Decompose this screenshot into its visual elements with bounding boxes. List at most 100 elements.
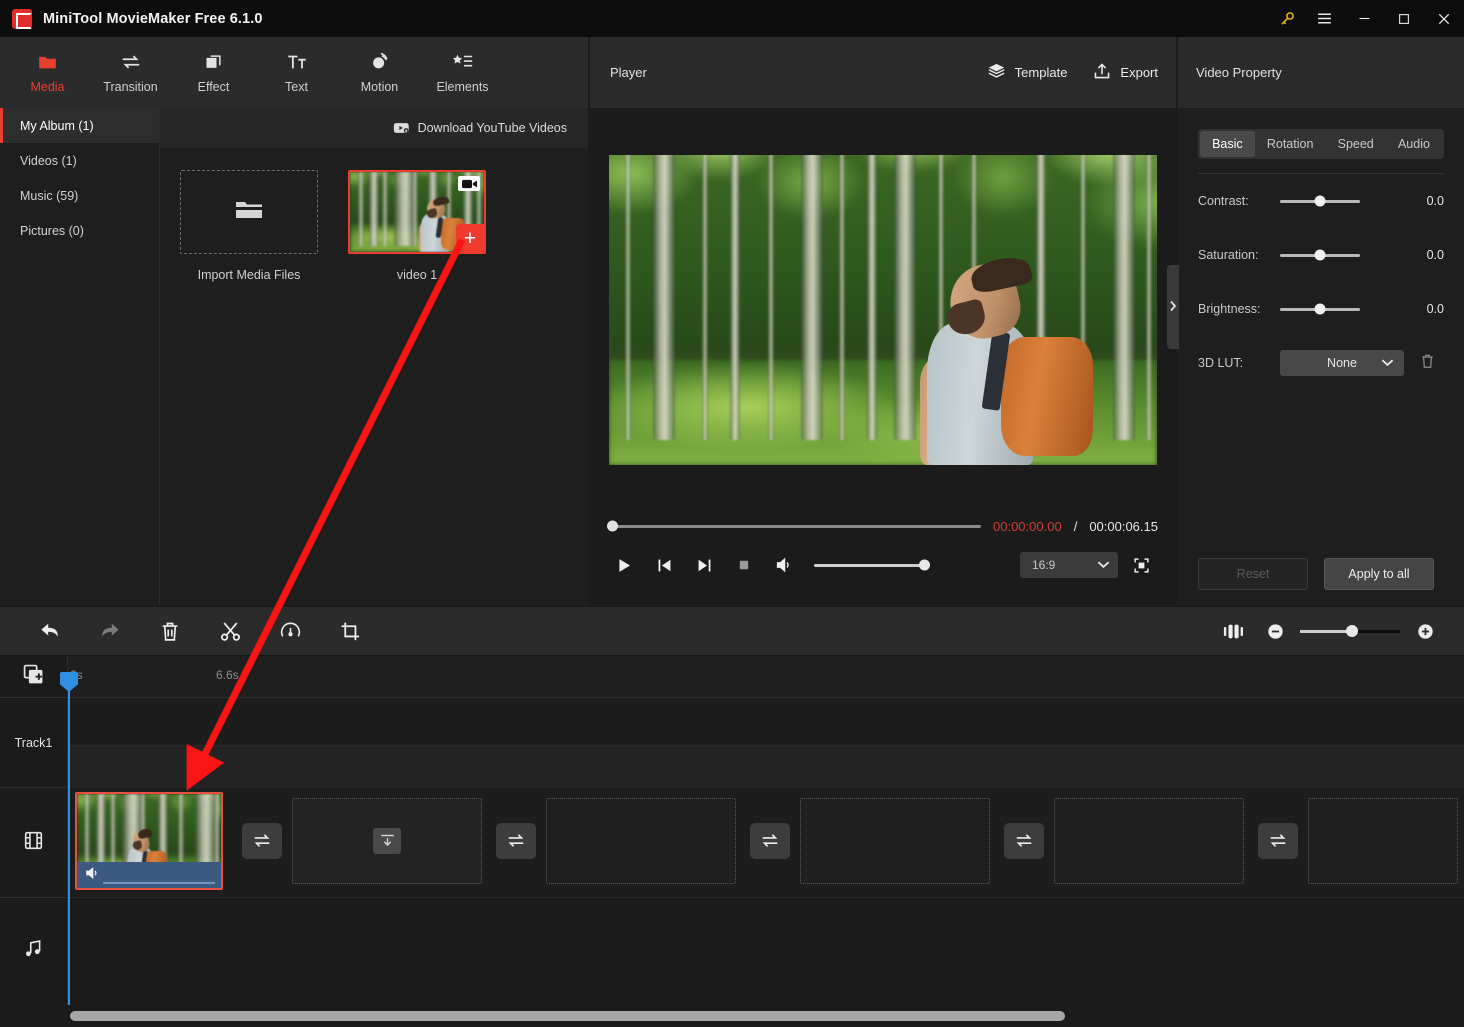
transition-slot-button[interactable] [496, 823, 536, 859]
tab-basic[interactable]: Basic [1200, 131, 1255, 157]
zoom-out-icon[interactable] [1254, 623, 1296, 640]
timeline-ruler[interactable]: 0s 6.6s [68, 656, 1464, 698]
tab-transition[interactable]: Transition [89, 40, 172, 106]
tab-effect[interactable]: Effect [172, 40, 255, 106]
album-item-pictures[interactable]: Pictures (0) [0, 213, 159, 248]
panel-collapse-handle[interactable] [1167, 265, 1179, 349]
transition-slot-button[interactable] [1004, 823, 1044, 859]
menu-icon[interactable] [1304, 0, 1344, 37]
music-note-icon [24, 939, 43, 963]
album-item-my-album[interactable]: My Album (1) [0, 108, 159, 143]
import-media-tile[interactable]: Import Media Files [180, 170, 318, 282]
album-item-videos[interactable]: Videos (1) [0, 143, 159, 178]
seek-handle[interactable] [607, 521, 618, 532]
speaker-icon [85, 866, 101, 885]
contrast-label: Contrast: [1198, 194, 1280, 208]
video-preview[interactable] [609, 155, 1157, 465]
tab-audio[interactable]: Audio [1386, 131, 1442, 157]
player-header: Player Template [590, 37, 1176, 108]
zoom-in-icon[interactable] [1404, 623, 1446, 640]
track-head-track1[interactable]: Track1 [0, 698, 67, 788]
drop-slot[interactable] [546, 798, 736, 884]
key-icon[interactable] [1270, 0, 1304, 37]
drop-slot[interactable] [800, 798, 990, 884]
timeline-zoom-slider[interactable] [1300, 630, 1400, 633]
clip-audio-strip[interactable] [77, 862, 221, 888]
add-to-timeline-button[interactable]: + [456, 224, 484, 252]
tab-elements[interactable]: Elements [421, 40, 504, 106]
volume-slider[interactable] [814, 564, 926, 567]
drop-slot[interactable] [1308, 798, 1458, 884]
close-icon[interactable] [1424, 0, 1464, 37]
tab-media[interactable]: Media [6, 40, 89, 106]
lane-track1[interactable] [68, 746, 1464, 788]
timeline-hscrollbar-thumb[interactable] [70, 1011, 1065, 1021]
lane-video[interactable] [68, 788, 1464, 898]
main-toolbar: Media Transition Effect [0, 37, 588, 108]
drop-slot[interactable] [292, 798, 482, 884]
transition-slot-button[interactable] [242, 823, 282, 859]
playhead[interactable] [68, 672, 70, 1005]
saturation-slider[interactable] [1280, 254, 1360, 257]
reset-button[interactable]: Reset [1198, 558, 1308, 590]
stop-button[interactable] [724, 548, 764, 582]
download-youtube-videos-label[interactable]: Download YouTube Videos [418, 121, 567, 135]
timeline-clip[interactable] [75, 792, 223, 890]
lane-text[interactable] [68, 698, 1464, 746]
add-track-button[interactable] [0, 656, 67, 698]
media-item[interactable]: + video 1 [348, 170, 486, 282]
export-button[interactable]: Export [1093, 62, 1158, 83]
brightness-slider[interactable] [1280, 308, 1360, 311]
drop-slot[interactable] [1054, 798, 1244, 884]
tab-rotation-label: Rotation [1267, 137, 1314, 151]
current-time: 00:00:00.00 [993, 519, 1062, 534]
minimize-icon[interactable] [1344, 0, 1384, 37]
album-item-music[interactable]: Music (59) [0, 178, 159, 213]
tab-speed[interactable]: Speed [1326, 131, 1386, 157]
split-button[interactable] [200, 611, 260, 651]
tab-text[interactable]: Text [255, 40, 338, 106]
delete-lut-button[interactable] [1420, 353, 1435, 374]
media-thumbnail[interactable]: + [348, 170, 486, 254]
apply-to-all-button[interactable]: Apply to all [1324, 558, 1434, 590]
undo-button[interactable] [20, 611, 80, 651]
fullscreen-button[interactable] [1124, 550, 1158, 580]
track-head-video[interactable] [0, 788, 67, 898]
seek-slider[interactable] [608, 525, 981, 528]
crop-button[interactable] [320, 611, 380, 651]
contrast-slider[interactable] [1280, 200, 1360, 203]
fit-timeline-icon[interactable] [1212, 623, 1254, 640]
transition-slot-button[interactable] [750, 823, 790, 859]
contrast-handle[interactable] [1315, 196, 1326, 207]
lut-label: 3D LUT: [1198, 356, 1280, 370]
chevron-right-icon [1169, 300, 1177, 315]
timeline-hscrollbar[interactable] [0, 1005, 1464, 1027]
aspect-ratio-select[interactable]: 16:9 [1020, 552, 1118, 578]
speed-button[interactable] [260, 611, 320, 651]
tab-motion[interactable]: Motion [338, 40, 421, 106]
motion-circle-icon [369, 51, 391, 73]
property-panel-title: Video Property [1178, 37, 1464, 108]
timeline-zoom-handle[interactable] [1346, 625, 1358, 637]
volume-handle[interactable] [919, 560, 930, 571]
lut-select[interactable]: None [1280, 350, 1404, 376]
lane-audio[interactable] [68, 898, 1464, 1003]
time-separator: / [1074, 519, 1078, 534]
redo-button[interactable] [80, 611, 140, 651]
template-button[interactable]: Template [987, 63, 1068, 83]
previous-frame-button[interactable] [644, 548, 684, 582]
next-frame-button[interactable] [684, 548, 724, 582]
track-head-audio[interactable] [0, 898, 67, 1003]
delete-button[interactable] [140, 611, 200, 651]
maximize-icon[interactable] [1384, 0, 1424, 37]
transition-slot-button[interactable] [1258, 823, 1298, 859]
mute-button[interactable] [764, 548, 804, 582]
tab-rotation[interactable]: Rotation [1255, 131, 1326, 157]
play-button[interactable] [604, 548, 644, 582]
tab-transition-label: Transition [103, 80, 157, 94]
saturation-handle[interactable] [1315, 250, 1326, 261]
import-dropzone[interactable] [180, 170, 318, 254]
property-row-3dlut: 3D LUT: None [1178, 336, 1464, 390]
brightness-handle[interactable] [1315, 304, 1326, 315]
tab-elements-label: Elements [436, 80, 488, 94]
